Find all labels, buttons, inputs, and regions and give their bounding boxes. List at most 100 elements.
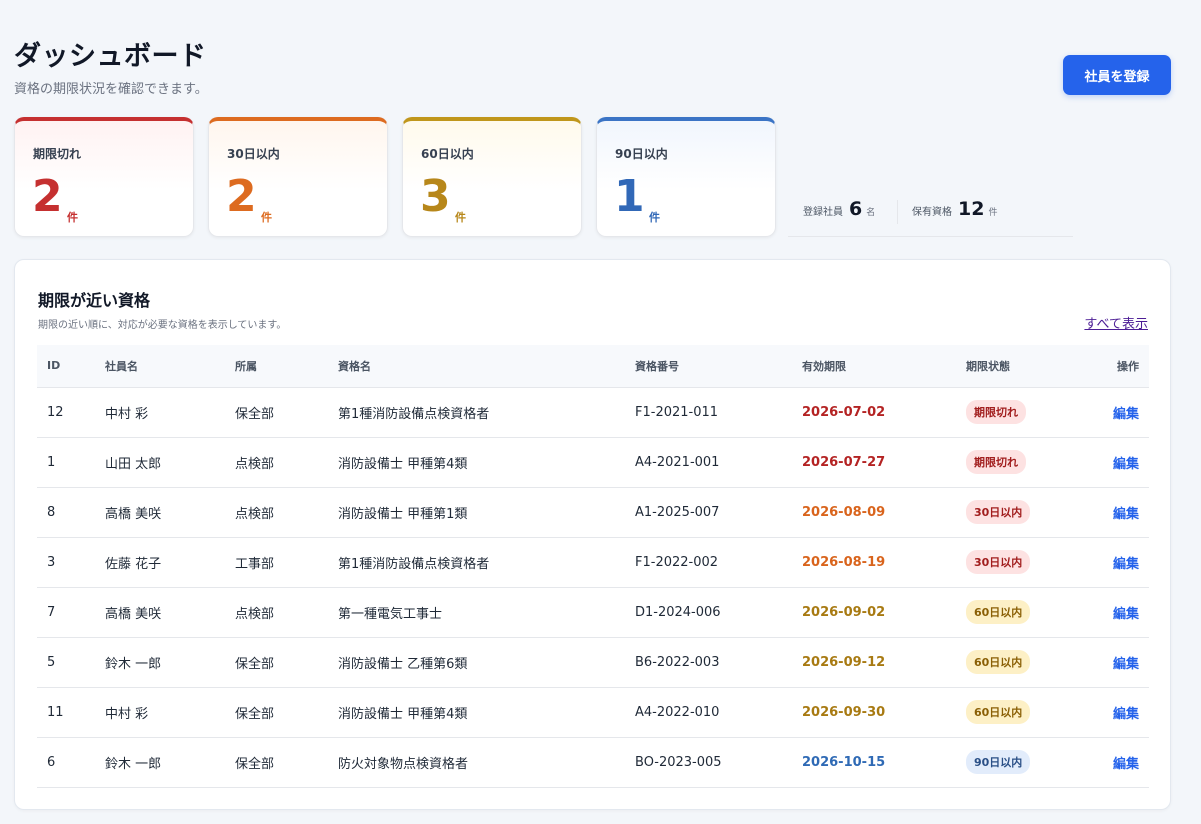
page-subtitle: 資格の期限状況を確認できます。 xyxy=(14,82,208,97)
status-badge: 30日以内 xyxy=(966,550,1031,574)
cell-action: 編集 xyxy=(1079,487,1149,538)
cell-employee-name: 高橋 美咲 xyxy=(95,487,225,538)
cell-id: 11 xyxy=(37,687,95,738)
cell-expiry-date: 2026-07-02 xyxy=(792,387,956,438)
stat-label: 登録社員 xyxy=(803,207,843,218)
status-badge: 期限切れ xyxy=(966,450,1026,474)
cell-status: 60日以内 xyxy=(956,587,1079,638)
column-header-action: 操作 xyxy=(1079,345,1149,388)
cell-expiry-date: 2026-09-30 xyxy=(792,687,956,738)
cell-action: 編集 xyxy=(1079,437,1149,488)
stat-value: 12 xyxy=(958,198,985,220)
table-row: 11 中村 彩保全部 消防設備士 甲種第4類 A4-2022-010 2026-09-3… xyxy=(37,687,1149,738)
cell-action: 編集 xyxy=(1079,737,1149,788)
edit-button[interactable]: 編集 xyxy=(1113,657,1139,672)
summary-card-30-days[interactable]: 30日以内 2 件 xyxy=(208,117,388,237)
cell-employee-name: 鈴木 一郎 xyxy=(95,737,225,788)
summary-card-expired[interactable]: 期限切れ 2 件 xyxy=(14,117,194,237)
cell-qualification: 消防設備士 乙種第6類 xyxy=(328,637,625,688)
column-header-number: 資格番号 xyxy=(625,345,792,388)
table-header-row: ID 社員名 所属 資格名 資格番号 有効期限 期限状態 操作 xyxy=(37,345,1149,388)
panel-description: 期限の近い順に、対応が必要な資格を表示しています。 xyxy=(38,320,287,331)
cell-employee-name: 鈴木 一郎 xyxy=(95,637,225,688)
column-header-qualification: 資格名 xyxy=(328,345,625,388)
table-row: 8 高橋 美咲 点検部 消防設備士 甲種第1類 A1-2025-007 2026-08-0… xyxy=(37,487,1149,538)
table-row: 6 鈴木 一郎 保全部 防火対象物点検資格者 BO-2023-005 2026-10-15… xyxy=(37,737,1149,788)
card-value: 1 xyxy=(614,171,645,222)
panel-title: 期限が近い資格 xyxy=(38,291,151,310)
card-label: 30日以内 xyxy=(227,147,280,161)
cell-expiry-date: 2026-09-02 xyxy=(792,587,956,638)
card-unit: 件 xyxy=(261,211,272,224)
column-header-expiry: 有効期限 xyxy=(792,345,956,388)
card-value: 2 xyxy=(32,171,63,222)
column-header-name: 社員名 xyxy=(95,345,225,388)
cell-employee-name: 中村 彩 xyxy=(95,387,225,438)
card-label: 60日以内 xyxy=(421,147,474,161)
column-header-id: ID xyxy=(37,345,95,388)
edit-button[interactable]: 編集 xyxy=(1113,407,1139,422)
cell-action: 編集 xyxy=(1079,587,1149,638)
cell-department: 点検部 xyxy=(225,487,328,538)
stat-unit: 件 xyxy=(988,208,998,218)
card-value: 3 xyxy=(420,171,451,222)
stat-employees: 登録社員 6 名 xyxy=(803,198,875,220)
cell-qualification-number: F1-2021-011 xyxy=(625,387,792,438)
edit-button[interactable]: 編集 xyxy=(1113,457,1139,472)
cell-status: 期限切れ xyxy=(956,437,1079,488)
cell-department: 保全部 xyxy=(225,387,328,438)
cell-expiry-date: 2026-08-09 xyxy=(792,487,956,538)
cell-qualification: 消防設備士 甲種第1類 xyxy=(328,487,625,538)
cell-action: 編集 xyxy=(1079,387,1149,438)
qualifications-table: ID 社員名 所属 資格名 資格番号 有効期限 期限状態 操作 12 中村 彩保全… xyxy=(37,345,1149,788)
stat-qualifications: 保有資格 12 件 xyxy=(912,198,997,220)
edit-button[interactable]: 編集 xyxy=(1113,507,1139,522)
cell-qualification-number: A4-2021-001 xyxy=(625,437,792,488)
cell-action: 編集 xyxy=(1079,637,1149,688)
card-unit: 件 xyxy=(649,211,660,224)
cell-id: 5 xyxy=(37,637,95,688)
cell-qualification-number: B6-2022-003 xyxy=(625,637,792,688)
cell-qualification-number: F1-2022-002 xyxy=(625,537,792,588)
table-row: 3 佐藤 花子 工事部 第1種消防設備点検資格者 F1-2022-002 2026-08-… xyxy=(37,537,1149,588)
cell-department: 保全部 xyxy=(225,637,328,688)
card-label: 期限切れ xyxy=(33,147,82,161)
cell-employee-name: 山田 太郎 xyxy=(95,437,225,488)
table-row: 7 高橋 美咲 点検部 第一種電気工事士 D1-2024-006 2026-09-02 60… xyxy=(37,587,1149,638)
cell-status: 30日以内 xyxy=(956,487,1079,538)
column-header-dept: 所属 xyxy=(225,345,328,388)
cell-status: 90日以内 xyxy=(956,737,1079,788)
cell-qualification: 第一種電気工事士 xyxy=(328,587,625,638)
summary-card-90-days[interactable]: 90日以内 1 件 xyxy=(596,117,776,237)
cell-qualification-number: A1-2025-007 xyxy=(625,487,792,538)
status-badge: 期限切れ xyxy=(966,400,1026,424)
register-employee-button[interactable]: 社員を登録 xyxy=(1063,55,1171,95)
cell-status: 30日以内 xyxy=(956,537,1079,588)
cell-qualification-number: BO-2023-005 xyxy=(625,737,792,788)
status-badge: 60日以内 xyxy=(966,600,1031,624)
cell-action: 編集 xyxy=(1079,537,1149,588)
cell-id: 7 xyxy=(37,587,95,638)
summary-card-60-days[interactable]: 60日以内 3 件 xyxy=(402,117,582,237)
view-all-link[interactable]: すべて表示 xyxy=(1084,313,1148,332)
cell-employee-name: 中村 彩 xyxy=(95,687,225,738)
dashboard-page: ダッシュボード 資格の期限状況を確認できます。 社員を登録 期限切れ 2 件 3… xyxy=(0,0,1201,824)
stat-label: 保有資格 xyxy=(912,207,952,218)
table-row: 5 鈴木 一郎 保全部 消防設備士 乙種第6類 B6-2022-003 2026-09-1… xyxy=(37,637,1149,688)
edit-button[interactable]: 編集 xyxy=(1113,707,1139,722)
cell-qualification: 第1種消防設備点検資格者 xyxy=(328,537,625,588)
cell-department: 点検部 xyxy=(225,437,328,488)
status-badge: 90日以内 xyxy=(966,750,1031,774)
edit-button[interactable]: 編集 xyxy=(1113,557,1139,572)
page-title: ダッシュボード xyxy=(14,41,207,72)
cell-id: 1 xyxy=(37,437,95,488)
cell-qualification: 消防設備士 甲種第4類 xyxy=(328,687,625,738)
status-badge: 60日以内 xyxy=(966,650,1031,674)
cell-employee-name: 高橋 美咲 xyxy=(95,587,225,638)
cell-expiry-date: 2026-07-27 xyxy=(792,437,956,488)
edit-button[interactable]: 編集 xyxy=(1113,757,1139,772)
card-unit: 件 xyxy=(67,211,78,224)
edit-button[interactable]: 編集 xyxy=(1113,607,1139,622)
status-badge: 60日以内 xyxy=(966,700,1031,724)
cell-expiry-date: 2026-10-15 xyxy=(792,737,956,788)
